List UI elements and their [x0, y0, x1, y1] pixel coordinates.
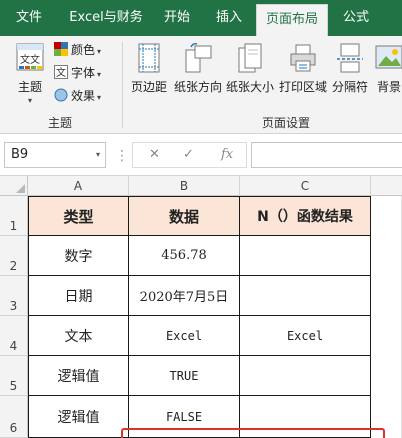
- row-header-2[interactable]: 2: [0, 236, 28, 276]
- printer-icon: [290, 44, 316, 72]
- fonts-icon: 文: [54, 65, 68, 79]
- insert-function-icon[interactable]: fx: [221, 147, 233, 162]
- ribbon-tab-bar: 文件 Excel与财务 开始 插入 页面布局 公式: [0, 0, 402, 36]
- themes-button[interactable]: 文文 主题 ▾: [10, 42, 50, 105]
- background-image-icon: [375, 45, 402, 69]
- cell-b4[interactable]: Excel: [129, 316, 240, 356]
- tab-file[interactable]: 文件: [6, 0, 52, 36]
- fonts-label: 字体: [71, 66, 96, 80]
- paper-size-icon: [238, 43, 262, 73]
- colors-button[interactable]: 颜色 ▾: [54, 40, 101, 60]
- cell-c3[interactable]: [240, 276, 371, 316]
- print-area-button[interactable]: 打印区域: [278, 42, 328, 95]
- formula-bar-grip: ⋮: [115, 148, 130, 164]
- tab-formulas[interactable]: 公式: [333, 0, 379, 36]
- margins-label: 页边距: [130, 80, 167, 94]
- orientation-label: 纸张方向: [173, 80, 222, 94]
- highlight-box: [121, 428, 385, 438]
- cell-b1[interactable]: 数据: [129, 196, 240, 236]
- formula-buttons: ✕ ✓ fx: [132, 142, 247, 168]
- themes-group-label: 主题: [48, 116, 73, 130]
- size-label: 纸张大小: [225, 80, 274, 94]
- cell-a4[interactable]: 文本: [28, 316, 129, 356]
- orientation-icon: [185, 43, 212, 73]
- margins-button[interactable]: 页边距: [128, 42, 170, 95]
- orientation-button[interactable]: 纸张方向: [173, 42, 223, 95]
- background-label: 背景: [376, 80, 401, 94]
- name-box[interactable]: B9 ▾: [4, 142, 106, 168]
- cell-a3[interactable]: 日期: [28, 276, 129, 316]
- colors-icon: [54, 42, 68, 56]
- tab-insert[interactable]: 插入: [206, 0, 252, 36]
- formula-input[interactable]: [251, 142, 402, 168]
- row-header-6[interactable]: 6: [0, 396, 28, 438]
- row-header-5[interactable]: 5: [0, 356, 28, 396]
- background-button[interactable]: 背景: [374, 42, 402, 95]
- cell-a6[interactable]: 逻辑值: [28, 396, 129, 438]
- svg-text:文: 文: [56, 66, 66, 79]
- group-separator: [122, 42, 123, 128]
- cell-a1[interactable]: 类型: [28, 196, 129, 236]
- chevron-down-icon: ▾: [27, 96, 32, 105]
- chevron-down-icon: ▾: [97, 70, 102, 79]
- margins-icon: [138, 43, 160, 73]
- row-header-4[interactable]: 4: [0, 316, 28, 356]
- column-header-b[interactable]: B: [129, 176, 240, 196]
- column-header-c[interactable]: C: [240, 176, 371, 196]
- breaks-button[interactable]: 分隔符: [330, 42, 370, 95]
- print-area-label: 打印区域: [278, 80, 327, 94]
- column-header-d[interactable]: [371, 176, 402, 196]
- name-box-value: B9: [11, 147, 29, 162]
- worksheet-grid: A B C 1 类型 数据 N（）函数结果 2 数字 456.78 3 日期 2…: [0, 176, 402, 438]
- effects-icon: [54, 88, 68, 102]
- cancel-icon[interactable]: ✕: [149, 147, 160, 162]
- tab-home[interactable]: 开始: [154, 0, 200, 36]
- colors-label: 颜色: [71, 43, 96, 57]
- enter-icon[interactable]: ✓: [183, 147, 194, 162]
- page-setup-group-label: 页面设置: [262, 116, 311, 130]
- breaks-label: 分隔符: [331, 80, 368, 94]
- ribbon-body: 文文 主题 ▾ 颜色 ▾ 文 字体 ▾ 效果 ▾ 主题 页边距 纸张方向 纸张大…: [0, 36, 402, 134]
- chevron-down-icon[interactable]: ▾: [96, 143, 100, 167]
- tab-page-layout[interactable]: 页面布局: [256, 4, 328, 36]
- tab-excel-finance[interactable]: Excel与财务: [60, 0, 152, 36]
- row-header-3[interactable]: 3: [0, 276, 28, 316]
- size-button[interactable]: 纸张大小: [225, 42, 275, 95]
- cell-b2[interactable]: 456.78: [129, 236, 240, 276]
- cell-c4[interactable]: Excel: [240, 316, 371, 356]
- cell-b3[interactable]: 2020年7月5日: [129, 276, 240, 316]
- page-break-icon: [337, 43, 363, 73]
- chevron-down-icon: ▾: [97, 93, 102, 102]
- cell-c5[interactable]: [240, 356, 371, 396]
- cell-c2[interactable]: [240, 236, 371, 276]
- cell-c1[interactable]: N（）函数结果: [240, 196, 371, 236]
- themes-icon: 文文: [16, 43, 44, 71]
- formula-bar: B9 ▾ ⋮ ✕ ✓ fx: [0, 134, 402, 176]
- cell-a2[interactable]: 数字: [28, 236, 129, 276]
- effects-label: 效果: [71, 89, 96, 103]
- row-header-1[interactable]: 1: [0, 196, 28, 236]
- fonts-button[interactable]: 文 字体 ▾: [54, 63, 101, 83]
- effects-button[interactable]: 效果 ▾: [54, 86, 101, 106]
- themes-label: 主题: [17, 80, 42, 94]
- column-header-a[interactable]: A: [28, 176, 129, 196]
- chevron-down-icon: ▾: [97, 47, 102, 56]
- cell-b5[interactable]: TRUE: [129, 356, 240, 396]
- select-all-button[interactable]: [0, 176, 28, 196]
- cell-a5[interactable]: 逻辑值: [28, 356, 129, 396]
- svg-text:文文: 文文: [20, 53, 40, 66]
